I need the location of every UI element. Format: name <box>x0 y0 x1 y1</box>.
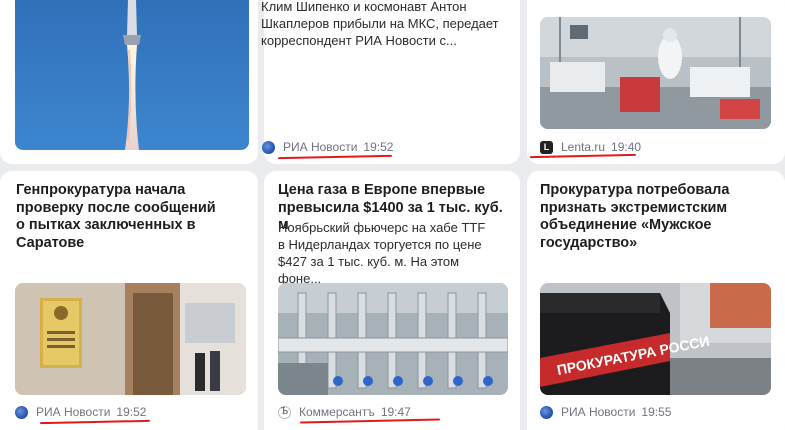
news-time: 19:40 <box>611 140 642 154</box>
news-description: Клим Шипенко и космонавт Антон Шкаплеров… <box>261 0 499 48</box>
kommersant-logo-icon: Ъ <box>278 405 291 419</box>
prosecutor-van-image[interactable]: ПРОКУРАТУРА РОССИ <box>540 283 771 395</box>
news-time: 19:47 <box>380 405 411 419</box>
news-time: 19:52 <box>116 405 147 419</box>
news-card[interactable]: Прокуратура потребовала признать экстрем… <box>527 171 785 430</box>
gas-pipelines-image[interactable] <box>278 283 508 395</box>
ria-novosti-logo-icon <box>540 405 553 419</box>
news-source[interactable]: РИА Новости 19:55 <box>540 404 671 420</box>
news-card[interactable] <box>0 0 258 164</box>
news-title[interactable]: Генпрокуратура начала проверку после соо… <box>16 182 226 252</box>
source-name: РИА Новости <box>283 140 358 154</box>
ria-novosti-logo-icon <box>15 405 28 419</box>
news-source[interactable]: Ъ Коммерсантъ 19:47 <box>278 404 411 420</box>
rocket-launch-image[interactable] <box>15 0 249 150</box>
news-time: 19:55 <box>641 405 672 419</box>
ria-novosti-logo-icon <box>262 140 275 154</box>
news-source[interactable]: РИА Новости 19:52 <box>15 404 146 420</box>
prosecutor-building-image[interactable] <box>15 283 246 395</box>
source-name: Lenta.ru <box>561 140 606 154</box>
source-name: РИА Новости <box>36 405 111 419</box>
source-name: Коммерсантъ <box>299 405 375 419</box>
lenta-logo-icon: L <box>540 140 553 154</box>
news-source[interactable]: L Lenta.ru 19:40 <box>540 139 641 155</box>
news-time: 19:52 <box>363 140 394 154</box>
news-card[interactable]: Цена газа в Европе впервые превысила $14… <box>264 171 520 430</box>
news-card[interactable]: Генпрокуратура начала проверку после соо… <box>0 171 258 430</box>
news-title[interactable]: Прокуратура потребовала признать экстрем… <box>540 182 765 252</box>
hospital-ward-image[interactable] <box>540 17 771 129</box>
source-name: РИА Новости <box>561 405 636 419</box>
news-source[interactable]: РИА Новости 19:52 <box>262 139 393 155</box>
news-description: Ноябрьский фьючерс на хабе TTF в Нидерла… <box>278 220 486 286</box>
